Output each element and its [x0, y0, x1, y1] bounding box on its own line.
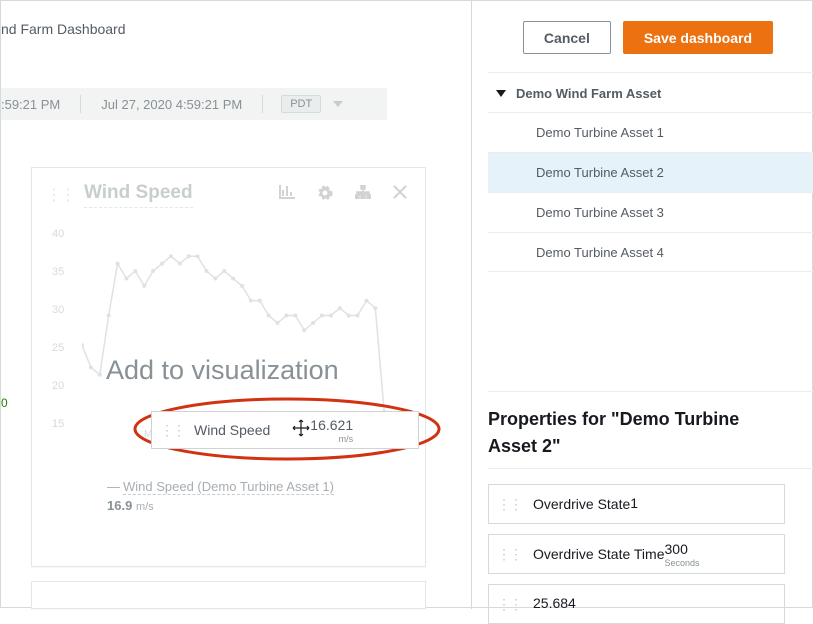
asset-tree: Demo Wind Farm Asset Demo Turbine Asset …: [488, 74, 813, 272]
property-row[interactable]: ⋮⋮ Overdrive State 1: [488, 484, 785, 524]
property-value: 300: [665, 541, 688, 557]
time-range-bar[interactable]: :59:21 PM Jul 27, 2020 4:59:21 PM PDT: [1, 88, 387, 120]
chip-unit: m/s: [310, 435, 353, 444]
widget-header: ⋮⋮ Wind Speed: [32, 168, 425, 218]
drag-handle-icon: ⋮⋮: [497, 496, 521, 513]
time-end: Jul 27, 2020 4:59:21 PM: [81, 95, 263, 113]
timezone-badge: PDT: [281, 95, 321, 113]
asset-tree-item[interactable]: Demo Turbine Asset 3: [488, 192, 813, 232]
drag-handle-icon[interactable]: ⋮⋮: [46, 185, 74, 205]
property-unit: Seconds: [665, 559, 700, 568]
drag-handle-icon: ⋮⋮: [160, 422, 184, 439]
property-row[interactable]: ⋮⋮ 25.684: [488, 584, 785, 624]
y-tick: 30: [52, 304, 64, 316]
triangle-down-icon: [496, 90, 506, 97]
chevron-down-icon[interactable]: [333, 101, 343, 107]
line-series: [82, 224, 402, 434]
y-tick: 15: [52, 418, 64, 430]
asset-tree-item[interactable]: Demo Turbine Asset 2: [488, 152, 813, 192]
asset-tree-item[interactable]: Demo Turbine Asset 4: [488, 232, 813, 272]
chip-value: 16.621: [310, 417, 353, 433]
side-panel: Cancel Save dashboard Demo Wind Farm Ass…: [472, 1, 813, 609]
y-tick: 25: [52, 342, 64, 354]
line-chart: 40 35 30 25 20 15 Mon 27 12 PM: [46, 224, 411, 440]
drag-handle-icon: ⋮⋮: [497, 596, 521, 613]
dashboard-title: nd Farm Dashboard: [1, 21, 126, 37]
property-name: Overdrive State: [533, 496, 630, 512]
widget-title[interactable]: Wind Speed: [84, 182, 193, 208]
hierarchy-icon[interactable]: [355, 185, 371, 206]
dashboard-canvas: nd Farm Dashboard :59:21 PM Jul 27, 2020…: [1, 1, 472, 609]
property-value: 25.684: [533, 595, 576, 611]
property-value: 1: [630, 495, 638, 511]
drop-hint-text: Add to visualization: [106, 355, 339, 386]
chart-legend: —Wind Speed (Demo Turbine Asset 1) 16.9 …: [107, 479, 334, 513]
close-icon[interactable]: [393, 185, 407, 206]
asset-tree-root[interactable]: Demo Wind Farm Asset: [488, 74, 813, 112]
dragged-property-chip[interactable]: ⋮⋮ Wind Speed 16.621 m/s: [151, 411, 419, 449]
y-tick: 40: [52, 228, 64, 240]
left-edge-value: 0: [1, 396, 8, 410]
gear-icon[interactable]: [317, 185, 333, 206]
property-row[interactable]: ⋮⋮ Overdrive State Time 300 Seconds: [488, 534, 785, 574]
cancel-button[interactable]: Cancel: [523, 21, 611, 54]
drag-handle-icon: ⋮⋮: [497, 546, 521, 563]
properties-panel-title: Properties for "Demo Turbine Asset 2": [488, 406, 785, 460]
move-cursor-icon: [292, 419, 310, 442]
y-tick: 35: [52, 266, 64, 278]
property-name: Overdrive State Time: [533, 546, 665, 562]
time-start: :59:21 PM: [1, 95, 81, 113]
y-tick: 20: [52, 380, 64, 392]
asset-tree-item[interactable]: Demo Turbine Asset 1: [488, 112, 813, 152]
save-dashboard-button[interactable]: Save dashboard: [623, 21, 773, 54]
chart-type-icon[interactable]: [279, 185, 295, 206]
chip-label: Wind Speed: [194, 422, 270, 438]
next-widget-peek[interactable]: [31, 581, 426, 609]
